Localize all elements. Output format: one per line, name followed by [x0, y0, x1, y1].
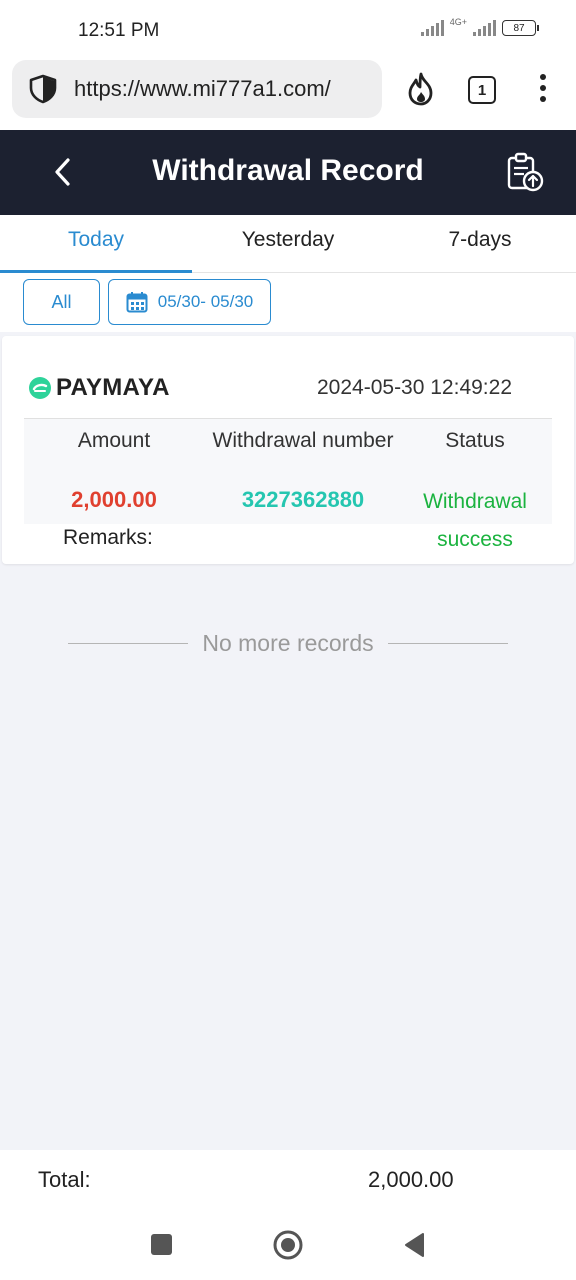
total-value: 2,000.00 [368, 1167, 454, 1192]
status-header: Status [445, 429, 505, 452]
address-bar[interactable]: https://www.mi777a1.com/ [12, 60, 382, 118]
total-bar: Total: 2,000.00 [0, 1150, 576, 1210]
paymaya-icon [29, 377, 51, 399]
status-time: 12:51 PM [78, 20, 160, 41]
remarks-label: Remarks: [63, 526, 153, 549]
home-icon[interactable] [273, 1230, 303, 1260]
app-header: Withdrawal Record [0, 130, 576, 215]
shield-icon [29, 74, 57, 104]
clipboard-upload-icon[interactable] [506, 152, 544, 192]
status-badge: Withdrawal success [390, 483, 560, 559]
withdrawal-number-value: 3227362880 [241, 487, 365, 512]
filter-row: All 05/30- 05/30 [0, 273, 576, 332]
recent-apps-icon[interactable] [151, 1234, 172, 1255]
back-triangle-icon[interactable] [403, 1232, 425, 1258]
amount-header: Amount [77, 429, 151, 452]
divider-left [68, 643, 189, 644]
withdrawal-number-header: Withdrawal number [212, 429, 394, 452]
date-range-label: 05/30- 05/30 [157, 292, 254, 311]
status-icons: 4G+ 87 [420, 16, 539, 36]
tab-today[interactable]: Today [0, 215, 192, 273]
date-tabs: Today Yesterday 7-days [0, 215, 576, 273]
url-text: https://www.mi777a1.com/ [74, 76, 331, 101]
date-range-button[interactable]: 05/30- 05/30 [108, 279, 271, 325]
status-line-1: Withdrawal [423, 490, 527, 513]
filter-all-button[interactable]: All [23, 279, 100, 325]
record-datetime: 2024-05-30 12:49:22 [317, 376, 512, 399]
calendar-icon [126, 292, 148, 313]
tabs-count-button[interactable]: 1 [468, 76, 496, 104]
signal-icon-2 [473, 20, 496, 36]
tab-yesterday[interactable]: Yesterday [192, 215, 384, 272]
browser-toolbar: https://www.mi777a1.com/ 1 [0, 60, 576, 130]
withdrawal-record-card[interactable]: PAYMAYA 2024-05-30 12:49:22 Amount Withd… [2, 336, 574, 564]
end-of-list: No more records [68, 630, 508, 657]
signal-icon [420, 20, 444, 36]
provider-logo: PAYMAYA [28, 374, 170, 402]
system-nav-bar [0, 1210, 576, 1280]
tabs-count: 1 [477, 81, 487, 99]
battery-level: 87 [513, 22, 525, 34]
status-line-2: success [437, 528, 513, 551]
tab-7-days[interactable]: 7-days [384, 215, 576, 272]
provider-name: PAYMAYA [56, 374, 170, 401]
total-label: Total: [38, 1167, 91, 1192]
no-more-records-text: No more records [202, 630, 374, 656]
network-label: 4G+ [449, 16, 467, 27]
battery-icon: 87 [502, 20, 539, 36]
amount-value: 2,000.00 [71, 487, 157, 512]
more-menu-icon[interactable] [538, 74, 548, 106]
divider-right [387, 643, 508, 644]
page-title: Withdrawal Record [152, 154, 424, 187]
fire-icon[interactable] [405, 72, 437, 106]
status-bar: 12:51 PM 4G+ 87 [0, 0, 576, 60]
